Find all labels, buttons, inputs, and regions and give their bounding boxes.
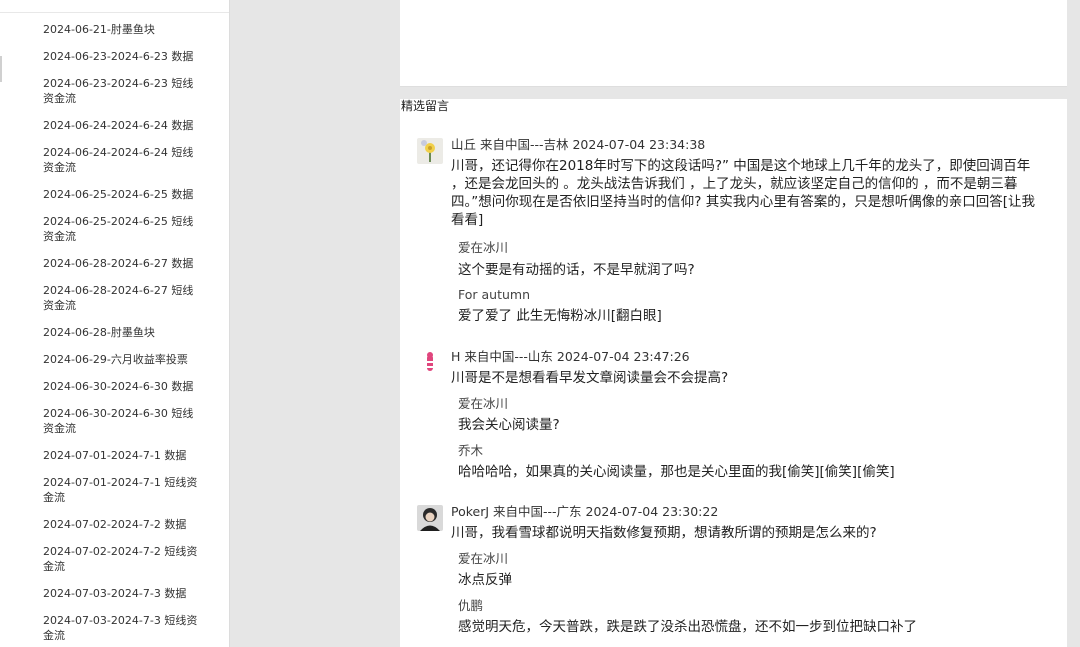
reply-author: 仇鹏 <box>458 598 484 613</box>
user-avatar[interactable] <box>417 350 443 376</box>
reply-text: 冰点反弹 <box>458 572 512 588</box>
sidebar-item[interactable]: 2024-07-02-2024-7-2 短线资金流 <box>43 544 203 574</box>
sidebar-item[interactable]: 2024-06-23-2024-6-23 短线资金流 <box>43 76 203 106</box>
sidebar-item[interactable]: 2024-07-02-2024-7-2 数据 <box>43 517 203 532</box>
article-content-panel <box>400 0 1067 87</box>
user-avatar[interactable] <box>417 138 443 164</box>
sidebar-item[interactable]: 2024-06-25-2024-6-25 数据 <box>43 187 203 202</box>
reply-text: 这个要是有动摇的话，不是早就润了吗? <box>458 262 695 278</box>
sidebar-item[interactable]: 2024-06-28-2024-6-27 数据 <box>43 256 203 271</box>
sidebar-item[interactable]: 2024-06-30-2024-6-30 数据 <box>43 379 203 394</box>
sidebar-item[interactable]: 2024-06-30-2024-6-30 短线资金流 <box>43 406 203 436</box>
reply-text: 哈哈哈哈，如果真的关心阅读量，那也是关心里面的我[偷笑][偷笑][偷笑] <box>458 464 895 480</box>
comment-body: 川哥是不是想看看早发文章阅读量会不会提高? <box>451 370 729 386</box>
reply-text: 感觉明天危，今天普跌，跌是跌了没杀出恐慌盘，还不如一步到位把缺口补了 <box>458 619 917 635</box>
comment-body: 川哥，还记得你在2018年时写下的这段话吗?” 中国是这个地球上几千年的龙头了，… <box>451 158 1035 228</box>
sidebar-item[interactable]: 2024-06-24-2024-6-24 数据 <box>43 118 203 133</box>
avatar-flower-icon <box>417 138 443 164</box>
sidebar-item[interactable]: 2024-07-01-2024-7-1 数据 <box>43 448 203 463</box>
sidebar-item[interactable]: 2024-07-03-2024-7-3 数据 <box>43 586 203 601</box>
sidebar-item[interactable]: 2024-06-21-肘墨鱼块 <box>43 22 203 37</box>
comments-section-title: 精选留言 <box>401 99 450 113</box>
page-root: 2024-06-21-肘墨鱼块 2024-06-23-2024-6-23 数据 … <box>0 0 1080 647</box>
reply-text: 爱了爱了 此生无悔粉冰川[翻白眼] <box>458 308 662 324</box>
sidebar-item[interactable]: 2024-06-24-2024-6-24 短线资金流 <box>43 145 203 175</box>
reply-text: 我会关心阅读量? <box>458 417 560 433</box>
avatar-person-icon <box>417 505 443 531</box>
article-list: 2024-06-21-肘墨鱼块 2024-06-23-2024-6-23 数据 … <box>43 22 203 647</box>
reply-author: 爱在冰川 <box>458 551 509 566</box>
comment-meta: PokerJ 来自中国---广东 2024-07-04 23:30:22 <box>451 504 719 519</box>
comment-meta: 山丘 来自中国---吉林 2024-07-04 23:34:38 <box>451 137 706 152</box>
sidebar-item[interactable]: 2024-06-28-2024-6-27 短线资金流 <box>43 283 203 313</box>
sidebar-item[interactable]: 2024-06-25-2024-6-25 短线资金流 <box>43 214 203 244</box>
comments-panel: 山丘 来自中国---吉林 2024-07-04 23:34:38 川哥，还记得你… <box>400 99 1067 647</box>
sidebar-item[interactable]: 2024-06-23-2024-6-23 数据 <box>43 49 203 64</box>
sidebar-item[interactable]: 2024-07-03-2024-7-3 短线资金流 <box>43 613 203 643</box>
reply-author: 乔木 <box>458 443 484 458</box>
reply-author: 爱在冰川 <box>458 396 509 411</box>
reply-author: 爱在冰川 <box>458 240 509 255</box>
sidebar-item[interactable]: 2024-06-29-六月收益率投票 <box>43 352 203 367</box>
sidebar-item[interactable]: 2024-07-01-2024-7-1 短线资金流 <box>43 475 203 505</box>
comment-body: 川哥，我看雪球都说明天指数修复预期，想请教所谓的预期是怎么来的? <box>451 525 877 541</box>
sidebar-scroll-marker <box>0 56 2 82</box>
user-avatar[interactable] <box>417 505 443 531</box>
comment-meta: H 来自中国---山东 2024-07-04 23:47:26 <box>451 349 690 364</box>
sidebar-item[interactable]: 2024-06-28-肘墨鱼块 <box>43 325 203 340</box>
avatar-pink-icon <box>417 350 443 376</box>
article-sidebar: 2024-06-21-肘墨鱼块 2024-06-23-2024-6-23 数据 … <box>0 0 230 647</box>
sidebar-divider <box>0 12 229 13</box>
reply-author: For autumn <box>458 287 531 302</box>
